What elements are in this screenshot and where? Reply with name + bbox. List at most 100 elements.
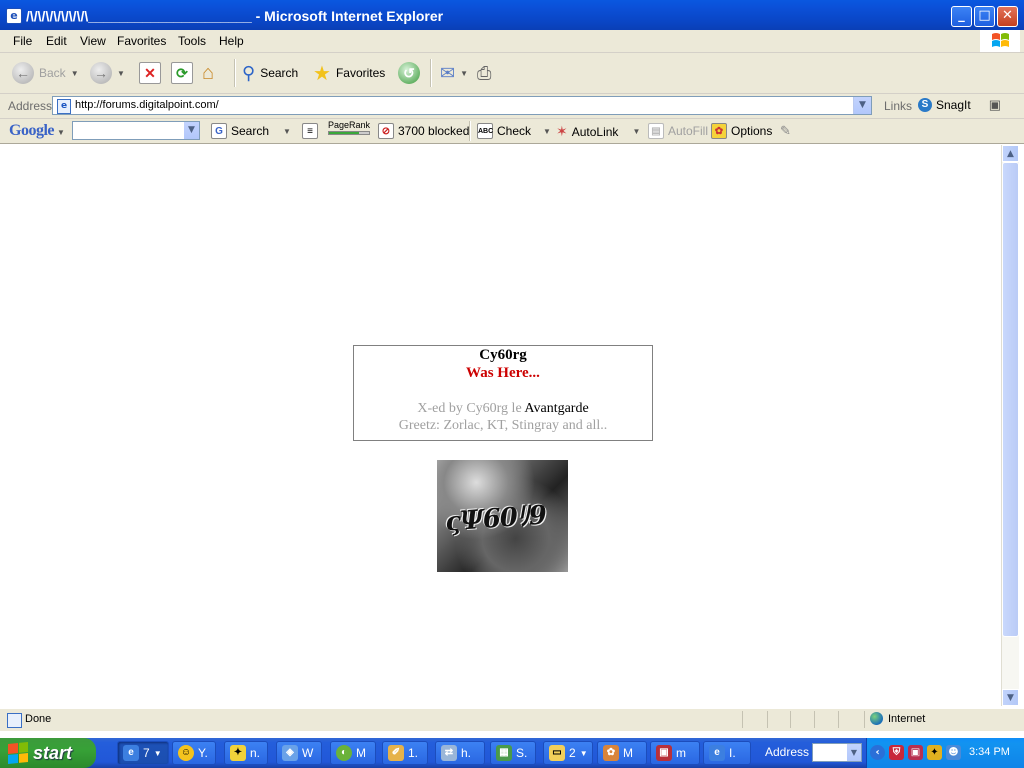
- menu-view[interactable]: View: [80, 34, 106, 48]
- taskbar-item-label: h.: [461, 746, 472, 760]
- spell-check-button[interactable]: ABC Check ▼: [477, 123, 551, 139]
- autofill-button[interactable]: ▤ AutoFill: [648, 123, 708, 139]
- taskbar-item-label: m: [676, 746, 686, 760]
- taskbar-item-aim[interactable]: ✦ n.: [224, 741, 268, 765]
- autolink-label: AutoLink: [571, 124, 619, 139]
- mail-dropdown-icon[interactable]: ▼: [460, 69, 468, 78]
- title-bar[interactable]: e /\/\/\/\/\/\/\/\_____________________ …: [0, 0, 1024, 30]
- forward-arrow-icon: →: [90, 62, 112, 84]
- news-button[interactable]: ≡: [302, 123, 318, 139]
- taskbar-address-input[interactable]: ▼: [812, 743, 862, 762]
- stop-button[interactable]: ✕: [139, 61, 161, 85]
- autolink-button[interactable]: ✶ AutoLink ▼: [556, 123, 640, 140]
- status-panel: [814, 711, 815, 728]
- aim-tray-icon[interactable]: ✦: [927, 745, 942, 760]
- mail-button[interactable]: ✉ ▼: [440, 61, 468, 85]
- scroll-down-icon[interactable]: ▼: [1002, 689, 1019, 706]
- taskbar-item-folder[interactable]: ▭ 2 ▼: [543, 741, 593, 765]
- google-logo[interactable]: Google ▼: [9, 122, 65, 140]
- google-menu-dropdown-icon[interactable]: ▼: [57, 128, 65, 137]
- address-dropdown-icon[interactable]: ▼: [853, 97, 871, 114]
- options-label: Options: [731, 124, 773, 138]
- ie-page-icon: e: [6, 8, 22, 24]
- status-panel: [790, 711, 791, 728]
- taskbar-address-dropdown-icon[interactable]: ▼: [847, 744, 861, 761]
- taskbar-item-share[interactable]: ⇄ h.: [435, 741, 485, 765]
- group-dropdown-icon: ▼: [153, 748, 162, 758]
- toolbar-separator: [469, 121, 471, 141]
- links-label[interactable]: Links: [884, 99, 912, 113]
- defacement-image: ςΨ60ﾘ9: [437, 460, 568, 572]
- taskbar-item-tag[interactable]: ✐ 1.: [382, 741, 428, 765]
- page-done-icon: [7, 713, 22, 728]
- favorites-label: Favorites: [335, 66, 386, 80]
- google-search-input[interactable]: ▼: [72, 121, 200, 140]
- users-icon[interactable]: ☻: [946, 745, 961, 760]
- spellcheck-abc-icon: ABC: [477, 123, 493, 139]
- page-content: Cy60rg Was Here... X-ed by Cy60rg le Ava…: [5, 145, 1001, 706]
- taskbar-item-yahoo[interactable]: ☺ Y.: [172, 741, 216, 765]
- taskbar-item-network[interactable]: ◈ W: [276, 741, 322, 765]
- taskbar-address-label: Address: [765, 745, 810, 759]
- google-search-dropdown-arrow-icon[interactable]: ▼: [283, 127, 291, 136]
- history-icon: ↺: [398, 62, 420, 84]
- security-zone[interactable]: Internet: [870, 712, 925, 725]
- history-button[interactable]: ↺: [398, 61, 420, 85]
- autolink-dropdown-icon[interactable]: ▼: [632, 127, 640, 136]
- taskbar-item-ie-group[interactable]: e 7 ▼: [117, 741, 169, 765]
- refresh-button[interactable]: ⟳: [171, 61, 193, 85]
- image-overlay-text: ςΨ60ﾘ9: [444, 500, 547, 538]
- credits-prefix: X-ed by Cy60rg le: [417, 401, 525, 416]
- pagerank-label: PageRank: [328, 120, 371, 130]
- menu-favorites[interactable]: Favorites: [117, 34, 166, 48]
- google-search-dropdown-icon[interactable]: ▼: [184, 122, 199, 139]
- defacer-name: Cy60rg: [479, 347, 527, 363]
- status-panel: [767, 711, 768, 728]
- home-button[interactable]: ⌂: [202, 61, 214, 85]
- favorites-button[interactable]: ★ Favorites: [313, 61, 385, 85]
- menu-help[interactable]: Help: [219, 34, 244, 48]
- back-button[interactable]: ← Back ▼: [12, 61, 79, 85]
- system-tray: ‹ ⛨ ▣ ✦ ☻ 3:34 PM: [866, 738, 1024, 768]
- taskbar-item-paint[interactable]: ✿ M: [597, 741, 647, 765]
- scroll-up-icon[interactable]: ▲: [1002, 145, 1019, 162]
- address-url[interactable]: http://forums.digitalpoint.com/: [75, 99, 219, 111]
- taskbar-item-spreadsheet[interactable]: ▦ S.: [490, 741, 536, 765]
- media-icon: ◐: [336, 745, 352, 761]
- taskbar-item-media[interactable]: ◐ M: [330, 741, 376, 765]
- taskbar-item-ie-window[interactable]: e I.: [703, 741, 751, 765]
- forward-dropdown-icon[interactable]: ▼: [117, 69, 125, 78]
- address-input[interactable]: e http://forums.digitalpoint.com/ ▼: [52, 96, 872, 115]
- highlight-button[interactable]: ✎: [780, 123, 791, 139]
- credits-line: X-ed by Cy60rg le Avantgarde: [354, 401, 652, 417]
- snagit-button[interactable]: S SnagIt ▣: [918, 97, 1001, 113]
- menu-edit[interactable]: Edit: [46, 34, 67, 48]
- tray-app-icon[interactable]: ▣: [908, 745, 923, 760]
- clock[interactable]: 3:34 PM: [969, 746, 1010, 758]
- taskbar-item-app[interactable]: ▣ m: [650, 741, 700, 765]
- windows-logo-icon: [8, 741, 28, 765]
- close-button[interactable]: ✕: [997, 6, 1018, 27]
- snagit-label: SnagIt: [936, 98, 971, 112]
- shield-icon[interactable]: ⛨: [889, 745, 904, 760]
- tray-back-icon[interactable]: ‹: [870, 745, 885, 760]
- autolink-wand-icon: ✶: [556, 123, 568, 139]
- scrollbar-thumb[interactable]: [1002, 162, 1019, 637]
- back-dropdown-icon[interactable]: ▼: [71, 69, 79, 78]
- minimize-button[interactable]: _: [951, 6, 972, 27]
- options-button[interactable]: ✿ Options: [711, 123, 772, 139]
- snagit-capture-icon[interactable]: ▣: [989, 97, 1001, 113]
- menu-file[interactable]: File: [13, 34, 32, 48]
- forward-button[interactable]: → ▼: [90, 61, 125, 85]
- start-button[interactable]: start: [0, 738, 96, 768]
- google-search-button[interactable]: G Search ▼: [211, 123, 291, 139]
- popup-blocker-button[interactable]: ⊘ 3700 blocked: [378, 123, 469, 139]
- pagerank-indicator[interactable]: PageRank: [328, 121, 370, 135]
- maximize-button[interactable]: □: [974, 6, 995, 27]
- vertical-scrollbar[interactable]: ▲ ▼: [1001, 145, 1019, 706]
- refresh-icon: ⟳: [171, 62, 193, 84]
- menu-tools[interactable]: Tools: [178, 34, 206, 48]
- check-dropdown-icon[interactable]: ▼: [543, 127, 551, 136]
- search-button[interactable]: ⚲ Search: [242, 61, 298, 85]
- print-button[interactable]: ⎙: [477, 61, 491, 85]
